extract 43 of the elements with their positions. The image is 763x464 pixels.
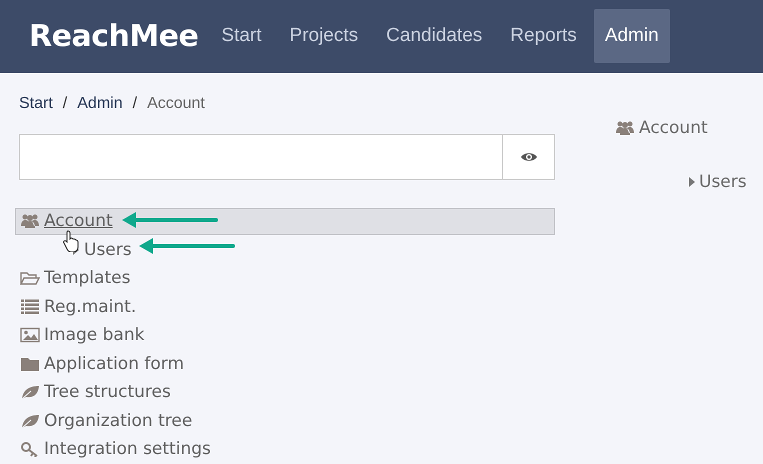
tree-label[interactable]: Reg.maint. [44,296,136,316]
open-folder-icon [20,270,40,286]
leaf-icon [20,412,40,428]
tree-label[interactable]: Account [44,211,113,231]
caret-icon[interactable] [688,176,696,186]
tree-row[interactable]: Templates [15,264,555,292]
image-icon [20,327,40,343]
users-icon [615,120,635,136]
tree-row[interactable]: Reg.maint. [15,293,555,320]
detail-title: Account [639,118,708,138]
breadcrumb-separator: / [132,94,138,112]
users-icon [20,213,40,229]
breadcrumb-separator: / [62,94,68,112]
eye-icon [520,150,538,162]
search-field[interactable] [19,134,555,180]
logo[interactable]: ReachMee [29,18,198,54]
tree-label[interactable]: Integration settings [44,439,211,459]
tree-row[interactable]: Integration settings [15,436,555,462]
tree-label[interactable]: Users [84,240,132,260]
tree-label[interactable]: Organization tree [44,410,192,430]
tree-row[interactable]: Image bank [15,322,555,348]
tree-row[interactable]: Account [15,208,555,234]
hand-cursor-icon [63,230,79,252]
tree-row[interactable]: Organization tree [15,407,555,434]
nav-tab[interactable]: Start [210,9,273,64]
key-icon [20,441,40,457]
detail-item[interactable]: Users [699,172,747,192]
nav-tab[interactable]: Reports [499,9,588,64]
tree-label[interactable]: Templates [44,268,130,288]
nav-tab[interactable]: Admin [594,9,670,64]
tree-label[interactable]: Tree structures [44,382,171,402]
tree-row[interactable]: Tree structures [15,378,555,406]
tree-label[interactable]: Image bank [44,325,144,345]
list-icon [20,298,40,314]
breadcrumb-link[interactable]: Start [19,94,53,112]
tree-label[interactable]: Application form [44,354,184,374]
tree-row[interactable]: Application form [15,350,555,377]
leaf-icon [20,384,40,400]
folder-icon [20,356,40,372]
nav-tab[interactable]: Projects [278,9,370,64]
breadcrumb-link[interactable]: Account [147,94,205,112]
nav-tab[interactable]: Candidates [375,9,494,64]
breadcrumb-link[interactable]: Admin [77,94,123,112]
